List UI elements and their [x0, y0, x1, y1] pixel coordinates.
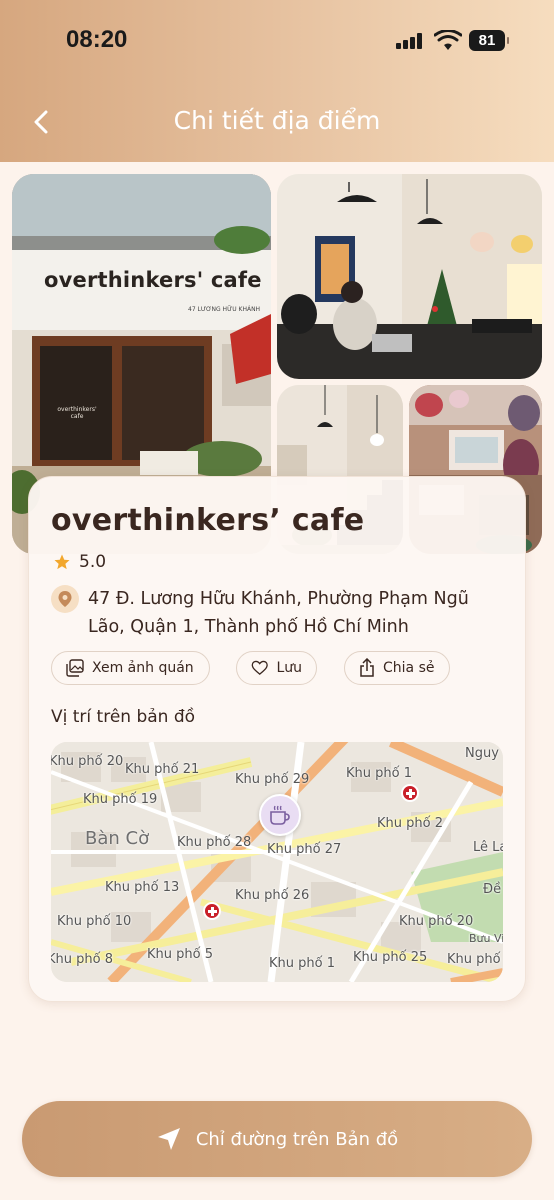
- directions-button[interactable]: Chỉ đường trên Bản đồ: [22, 1101, 532, 1177]
- map-label: Khu phố 10: [57, 914, 132, 929]
- map-label: Khu phố 8: [51, 952, 113, 967]
- location-pin-icon: [51, 585, 79, 613]
- heart-icon: [251, 660, 268, 675]
- map-label: Khu phố 19: [83, 792, 158, 807]
- map-district-label: Bàn Cờ: [85, 828, 150, 849]
- map-label: Khu phố 1: [269, 956, 335, 971]
- share-icon: [360, 658, 374, 677]
- map-label: Khu phố 27: [267, 842, 342, 857]
- status-bar: 08:20 81: [0, 0, 554, 80]
- rating-value: 5.0: [79, 552, 107, 572]
- map-label: Khu phố: [447, 952, 501, 967]
- share-label: Chia sẻ: [383, 660, 435, 676]
- status-time: 08:20: [66, 26, 128, 53]
- map-section-heading: Vị trí trên bản đồ: [51, 707, 196, 727]
- storefront-sign-text: overthinkers' cafe: [44, 268, 262, 292]
- map-label: Khu phố 28: [177, 835, 252, 850]
- place-detail-card: overthinkers’ cafe 5.0 47 Đ. Lương Hữu K…: [28, 476, 526, 1002]
- map-label: Lê La: [473, 840, 503, 855]
- page-title: Chi tiết địa điểm: [173, 106, 381, 135]
- map-label: Khu phố 2: [377, 816, 443, 831]
- place-address: 47 Đ. Lương Hữu Khánh, Phường Phạm Ngũ L…: [88, 589, 469, 637]
- view-photos-label: Xem ảnh quán: [92, 660, 194, 676]
- rating: 5.0: [53, 551, 106, 573]
- map-label: Khu phố 13: [105, 880, 180, 895]
- coffee-cup-icon: [270, 805, 290, 825]
- hospital-marker-icon[interactable]: [203, 902, 221, 920]
- directions-label: Chỉ đường trên Bản đồ: [195, 1128, 399, 1150]
- gallery-icon: [66, 659, 84, 677]
- map-label: Bưu Viện: [469, 932, 503, 945]
- cellular-signal-icon: [396, 33, 426, 49]
- map-label: Nguy: [465, 746, 499, 761]
- location-map[interactable]: Bàn Cờ Khu phố 20 Khu phố 21 Khu phố 29 …: [51, 742, 503, 982]
- share-button[interactable]: Chia sẻ: [344, 651, 450, 685]
- map-label: Khu phố 20: [51, 754, 124, 769]
- battery-icon: 81: [469, 30, 509, 51]
- cafe-location-marker[interactable]: [259, 794, 301, 836]
- interior-illustration: [277, 174, 542, 379]
- save-label: Lưu: [276, 660, 302, 676]
- map-label: Khu phố 1: [346, 766, 412, 781]
- place-name: overthinkers’ cafe: [51, 503, 365, 538]
- save-button[interactable]: Lưu: [236, 651, 317, 685]
- wifi-icon: [434, 30, 462, 50]
- interior-photo[interactable]: [277, 174, 542, 379]
- star-icon: [54, 554, 70, 570]
- map-label: Khu phố 21: [125, 762, 200, 777]
- header-bar: 08:20 81 Chi tiết địa điểm: [0, 0, 554, 162]
- map-label: Đề Th: [483, 882, 503, 897]
- map-label: Khu phố 20: [399, 914, 474, 929]
- map-label: Khu phố 5: [147, 947, 213, 962]
- navigation-arrow-icon: [157, 1128, 180, 1150]
- map-label: Khu phố 26: [235, 888, 310, 903]
- map-label: Khu phố 29: [235, 772, 310, 787]
- view-photos-button[interactable]: Xem ảnh quán: [51, 651, 210, 685]
- map-label: Khu phố 25: [353, 950, 428, 965]
- door-sign-text: overthinkers' cafe: [57, 406, 97, 420]
- hospital-marker-icon[interactable]: [401, 784, 419, 802]
- storefront-address-text: 47 LƯƠNG HỮU KHÁNH: [188, 306, 261, 313]
